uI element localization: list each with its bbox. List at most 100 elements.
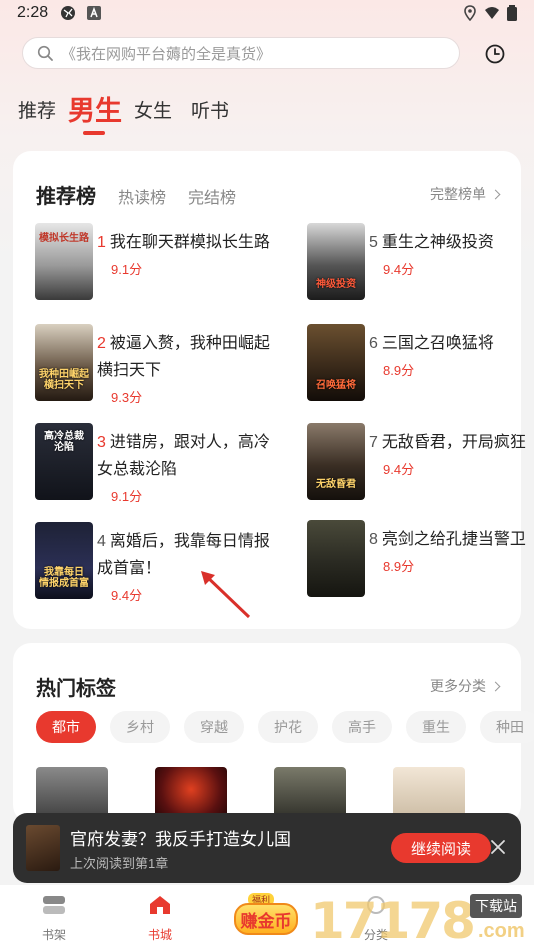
book-score: 8.9分 [383, 559, 415, 574]
tab-female[interactable]: 女生 [134, 96, 172, 123]
rank-number: 7 [369, 434, 378, 451]
wifi-icon [485, 7, 499, 19]
tab-audiobook[interactable]: 听书 [191, 96, 229, 123]
tag-time-travel[interactable]: 穿越 [184, 711, 244, 743]
book-title: 6 三国之召唤猛将 [369, 330, 529, 357]
book-item[interactable]: 召唤猛将 6 三国之召唤猛将 8.9分 [307, 324, 527, 406]
tag-list: 都市 乡村 穿越 护花 高手 重生 种田 [36, 711, 534, 743]
chevron-right-icon [490, 189, 501, 199]
earn-coins-label: 赚金币 [234, 903, 298, 935]
tab-male[interactable]: 男生 [68, 89, 122, 128]
search-placeholder: 《我在网购平台薅的全是真货》 [61, 45, 272, 63]
nav-bookstore-label: 书城 [147, 928, 172, 942]
rank-number: 6 [369, 335, 378, 352]
continue-book-title: 官府发妻？我反手打造女儿国 [70, 830, 291, 849]
watermark-number: 17178 [310, 892, 476, 950]
bookshelf-icon [43, 896, 65, 914]
book-title-text: 三国之召唤猛将 [381, 335, 494, 352]
rank-number: 8 [369, 531, 378, 548]
book-title: 7 无敌昏君，开局疯狂 [369, 429, 529, 456]
cover-title: 召唤猛将 [316, 380, 356, 391]
book-item[interactable]: 我种田崛起 横扫天下 2 被逼入赘，我种田崛起横扫天下 9.3分 [35, 324, 270, 406]
status-time: 2:28 [17, 4, 49, 21]
tag-farming[interactable]: 种田 [480, 711, 534, 743]
book-cover: 模拟长生路 [35, 223, 93, 300]
cover-title: 我靠每日 情报成首富 [39, 567, 89, 589]
tab-recommend[interactable]: 推荐 [18, 96, 56, 123]
book-item[interactable]: 8 亮剑之给孔捷当警卫 8.9分 [307, 520, 527, 602]
rank-number: 1 [97, 234, 106, 251]
cover-title: 高冷总裁 沦陷 [44, 431, 84, 453]
close-icon[interactable] [489, 838, 507, 856]
nav-bookshelf-label: 书架 [41, 928, 66, 942]
tag-protect-flower[interactable]: 护花 [258, 711, 318, 743]
book-title-text: 被逼入赘，我种田崛起横扫天下 [97, 335, 270, 379]
tag-master[interactable]: 高手 [332, 711, 392, 743]
earn-coins-badge[interactable]: 福利 赚金币 [234, 893, 298, 941]
book-title: 1 我在聊天群模拟长生路 [97, 229, 273, 256]
status-bar: 2:28 [0, 0, 534, 30]
book-cover: 高冷总裁 沦陷 [35, 423, 93, 500]
cover-title: 神级投资 [316, 279, 356, 290]
book-cover: 我靠每日 情报成首富 [35, 522, 93, 599]
cover-title: 我种田崛起 横扫天下 [39, 369, 89, 391]
book-cover: 召唤猛将 [307, 324, 365, 401]
home-icon [150, 896, 170, 914]
book-title: 8 亮剑之给孔捷当警卫 [369, 526, 529, 553]
book-cover: 我种田崛起 横扫天下 [35, 324, 93, 401]
search-icon [37, 45, 53, 61]
book-title-text: 我在聊天群模拟长生路 [109, 234, 270, 251]
site-watermark: 17178 下载站 .com [310, 890, 534, 950]
tab-recommend-rank[interactable]: 推荐榜 [36, 180, 96, 209]
tag-rural[interactable]: 乡村 [110, 711, 170, 743]
book-score: 9.4分 [383, 462, 415, 477]
book-title: 5 重生之神级投资 [369, 229, 529, 256]
hot-tags-title: 热门标签 [36, 678, 116, 700]
full-ranking-link[interactable]: 完整榜单 [430, 184, 501, 204]
battery-icon [507, 5, 517, 21]
book-title-text: 亮剑之给孔捷当警卫 [381, 531, 526, 548]
location-icon [464, 5, 476, 21]
book-item[interactable]: 高冷总裁 沦陷 3 进错房，跟对人，高冷女总裁沦陷 9.1分 [35, 423, 270, 505]
continue-reading-button[interactable]: 继续阅读 [391, 833, 491, 863]
ranking-tabs: 推荐榜 热读榜 完结榜 [36, 180, 258, 209]
tag-urban[interactable]: 都市 [36, 711, 96, 743]
tab-finished-rank[interactable]: 完结榜 [188, 184, 236, 208]
book-score: 9.1分 [111, 489, 143, 504]
book-item[interactable]: 神级投资 5 重生之神级投资 9.4分 [307, 223, 527, 305]
hot-tags-card: 热门标签 更多分类 都市 乡村 穿越 护花 高手 重生 种田 [13, 643, 534, 823]
watermark-brand: 下载站 [470, 894, 522, 918]
cover-title: 模拟长生路 [39, 233, 89, 244]
more-categories-link[interactable]: 更多分类 [430, 676, 501, 696]
continue-reading-banner[interactable]: 官府发妻？我反手打造女儿国 上次阅读到第1章 继续阅读 [13, 813, 521, 883]
rank-number: 4 [97, 533, 106, 550]
full-ranking-label: 完整榜单 [430, 186, 486, 202]
book-item[interactable]: 模拟长生路 1 我在聊天群模拟长生路 9.1分 [35, 223, 270, 305]
book-item[interactable]: 无敌昏君 7 无敌昏君，开局疯狂 9.4分 [307, 423, 527, 505]
book-title: 2 被逼入赘，我种田崛起横扫天下 [97, 330, 273, 384]
book-score: 9.1分 [111, 262, 143, 277]
book-score: 9.3分 [111, 390, 143, 405]
search-input[interactable]: 《我在网购平台薅的全是真货》 [22, 37, 460, 69]
book-cover: 无敌昏君 [307, 423, 365, 500]
last-read-chapter: 上次阅读到第1章 [70, 856, 169, 871]
nav-bookshelf[interactable]: 书架 [24, 893, 84, 943]
history-clock-icon[interactable] [484, 43, 506, 65]
book-title: 3 进错房，跟对人，高冷女总裁沦陷 [97, 429, 273, 483]
book-title-text: 进错房，跟对人，高冷女总裁沦陷 [97, 434, 270, 478]
rank-number: 3 [97, 434, 106, 451]
annotation-arrow-icon [201, 571, 251, 619]
more-categories-label: 更多分类 [430, 678, 486, 694]
cover-title: 无敌昏君 [316, 479, 356, 490]
book-cover: 神级投资 [307, 223, 365, 300]
rank-number: 2 [97, 335, 106, 352]
book-score: 9.4分 [383, 262, 415, 277]
tag-rebirth[interactable]: 重生 [406, 711, 466, 743]
book-score: 9.4分 [111, 588, 143, 603]
book-title-text: 无敌昏君，开局疯狂 [381, 434, 526, 451]
nav-bookstore[interactable]: 书城 [130, 893, 190, 943]
tab-hot-rank[interactable]: 热读榜 [118, 184, 166, 208]
app-notification-icon [87, 6, 101, 20]
book-score: 8.9分 [383, 363, 415, 378]
book-cover [26, 825, 60, 871]
